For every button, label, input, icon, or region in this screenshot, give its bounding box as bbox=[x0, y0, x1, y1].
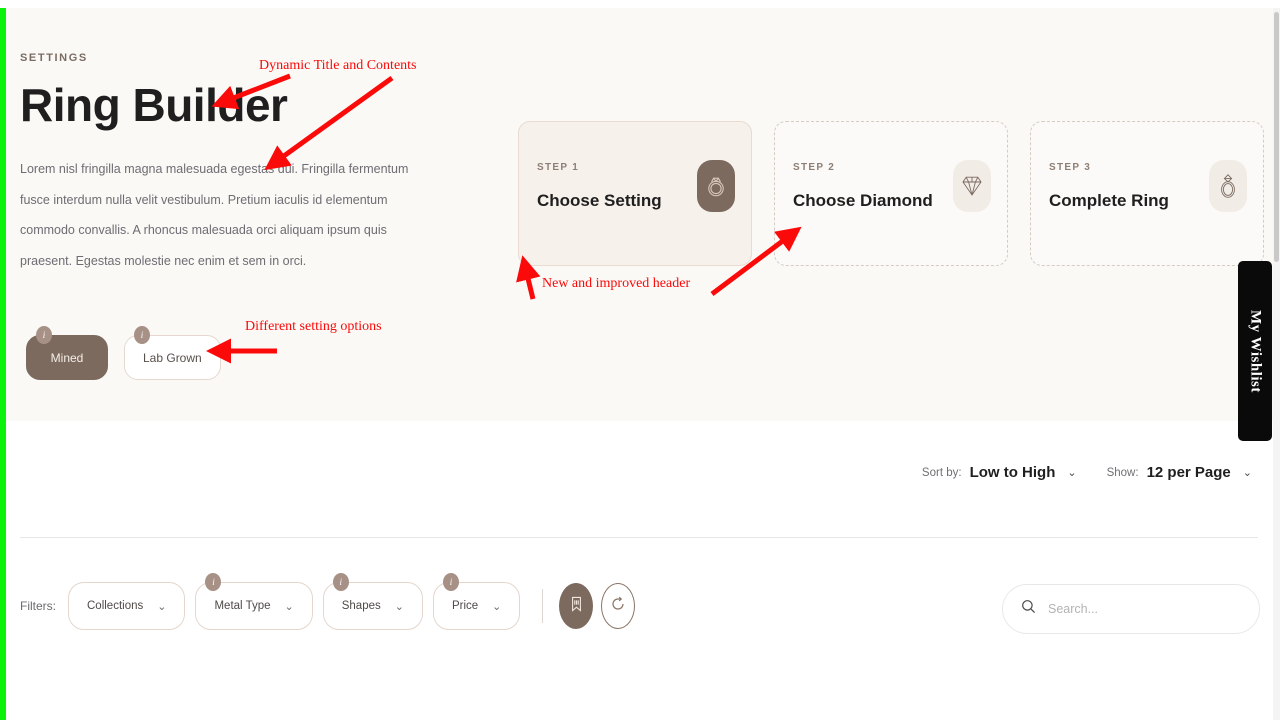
filter-collections[interactable]: Collections ⌄ bbox=[68, 582, 186, 630]
info-icon[interactable]: i bbox=[442, 573, 459, 591]
chevron-down-icon: ⌄ bbox=[1242, 467, 1252, 479]
filter-shapes-wrap: i Shapes ⌄ bbox=[322, 573, 423, 630]
my-wishlist-label: My Wishlist bbox=[1247, 309, 1264, 393]
hero-description: Lorem nisl fringilla magna malesuada ege… bbox=[20, 162, 409, 268]
filter-price-wrap: i Price ⌄ bbox=[432, 573, 521, 630]
filter-shapes-label: Shapes bbox=[341, 600, 381, 612]
step-card-complete-ring[interactable]: STEP 3 Complete Ring bbox=[1030, 121, 1264, 266]
info-icon[interactable]: i bbox=[332, 573, 349, 591]
material-option-lab-grown-wrap: i Lab Grown bbox=[124, 326, 221, 380]
scrollbar-track[interactable] bbox=[1273, 0, 1280, 720]
info-icon[interactable]: i bbox=[36, 326, 52, 344]
sort-by-select[interactable]: Sort by: Low to High ⌄ bbox=[922, 464, 1077, 481]
chevron-down-icon: ⌄ bbox=[394, 600, 404, 613]
info-icon[interactable]: i bbox=[134, 326, 150, 344]
hero-text-block: SETTINGS Ring Builder Lorem nisl fringil… bbox=[20, 52, 470, 277]
step-card-choose-diamond[interactable]: STEP 2 Choose Diamond bbox=[774, 121, 1008, 266]
save-filter-button[interactable] bbox=[559, 583, 594, 629]
ring-icon bbox=[697, 160, 735, 212]
chevron-down-icon: ⌄ bbox=[284, 600, 294, 613]
material-option-lab-grown-label: Lab Grown bbox=[143, 350, 202, 365]
material-option-mined-label: Mined bbox=[50, 350, 84, 365]
scrollbar-thumb[interactable] bbox=[1274, 12, 1279, 262]
annotation-setting-options: Different setting options bbox=[245, 319, 382, 334]
my-wishlist-tab[interactable]: My Wishlist bbox=[1238, 261, 1272, 441]
filter-price-label: Price bbox=[451, 600, 479, 612]
filter-collections-label: Collections bbox=[87, 600, 144, 612]
page-viewport: SETTINGS Ring Builder Lorem nisl fringil… bbox=[0, 0, 1280, 720]
search-field[interactable] bbox=[1002, 584, 1260, 634]
material-option-group: i Mined i Lab Grown bbox=[26, 326, 221, 380]
filters-label: Filters: bbox=[20, 599, 56, 613]
show-value: 12 per Page bbox=[1146, 464, 1231, 481]
search-input[interactable] bbox=[1046, 601, 1241, 617]
reset-filter-button[interactable] bbox=[601, 583, 636, 629]
step-card-choose-setting[interactable]: STEP 1 Choose Setting bbox=[518, 121, 752, 266]
sort-and-show-bar: Sort by: Low to High ⌄ Show: 12 per Page… bbox=[922, 464, 1252, 481]
page-title: Ring Builder bbox=[20, 79, 288, 131]
filter-collections-wrap: Collections ⌄ bbox=[68, 573, 186, 630]
chevron-down-icon: ⌄ bbox=[157, 600, 167, 613]
material-option-mined-wrap: i Mined bbox=[26, 326, 108, 380]
hero-section: SETTINGS Ring Builder Lorem nisl fringil… bbox=[6, 8, 1280, 421]
sort-by-value: Low to High bbox=[969, 464, 1056, 481]
search-icon bbox=[1021, 599, 1036, 619]
chevron-down-icon: ⌄ bbox=[492, 600, 502, 613]
reset-icon bbox=[610, 596, 626, 617]
page-top-edge-strip bbox=[0, 0, 1280, 8]
engagement-ring-icon bbox=[1209, 160, 1247, 212]
chevron-down-icon: ⌄ bbox=[1067, 467, 1077, 479]
filter-metal-type-wrap: i Metal Type ⌄ bbox=[195, 573, 313, 630]
annotation-dynamic-title: Dynamic Title and Contents bbox=[259, 58, 417, 73]
page-left-edge-marker bbox=[0, 8, 6, 720]
step-navigation: STEP 1 Choose Setting STEP 2 Choose Diam… bbox=[518, 121, 1264, 266]
section-divider bbox=[20, 537, 1258, 538]
annotation-new-header: New and improved header bbox=[542, 276, 691, 291]
filter-metal-type-label: Metal Type bbox=[214, 600, 271, 612]
sort-by-caption: Sort by: bbox=[921, 466, 962, 479]
diamond-icon bbox=[953, 160, 991, 212]
show-caption: Show: bbox=[1106, 466, 1139, 479]
filters-separator bbox=[542, 589, 544, 623]
bookmark-icon bbox=[570, 596, 583, 617]
filters-bar: Filters: Collections ⌄ i Metal Type ⌄ i … bbox=[20, 573, 643, 630]
show-per-page-select[interactable]: Show: 12 per Page ⌄ bbox=[1107, 464, 1252, 481]
